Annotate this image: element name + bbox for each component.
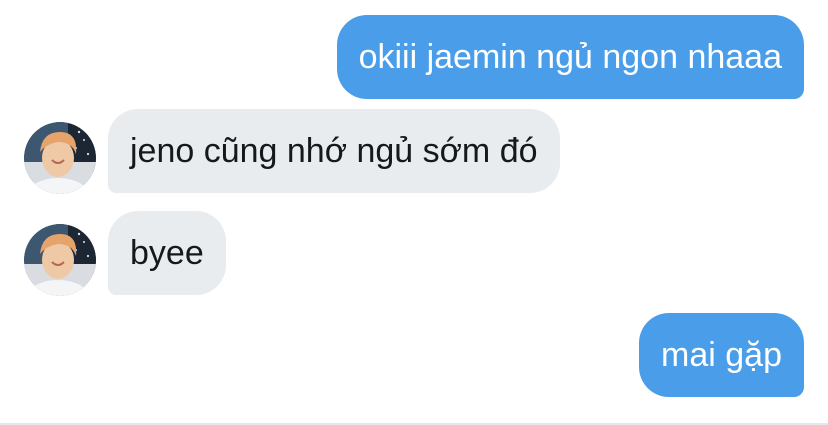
message-row-received: jeno cũng nhớ ngủ sớm đó (0, 108, 828, 194)
sent-message-bubble[interactable]: okiii jaemin ngủ ngon nhaaa (336, 15, 804, 99)
message-row-sent: okiii jaemin ngủ ngon nhaaa (0, 14, 828, 100)
sent-message-bubble[interactable]: mai gặp (639, 313, 804, 397)
conversation-thread: okiii jaemin ngủ ngon nhaaa jeno cũng nh… (0, 0, 828, 425)
received-message-bubble[interactable]: byee (108, 211, 226, 295)
avatar-photo-icon (24, 224, 96, 296)
avatar-photo-icon (24, 122, 96, 194)
message-row-received: byee (0, 210, 828, 296)
contact-avatar[interactable] (24, 122, 96, 194)
received-message-bubble[interactable]: jeno cũng nhớ ngủ sớm đó (108, 109, 560, 193)
contact-avatar[interactable] (24, 224, 96, 296)
message-row-sent: mai gặp (0, 312, 828, 398)
